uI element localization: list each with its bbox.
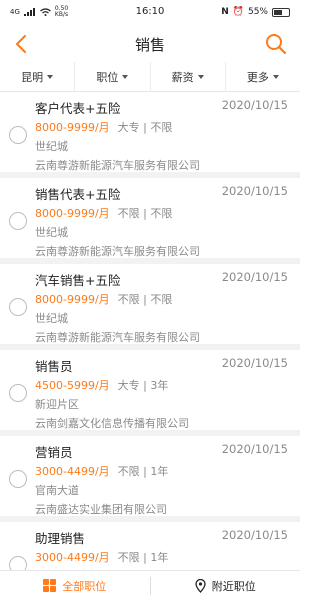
job-company: 云南尊游新能源汽车服务有限公司 [35, 159, 200, 172]
filter-position[interactable]: 职位 [75, 62, 151, 91]
filter-salary[interactable]: 薪资 [151, 62, 226, 91]
search-icon [266, 34, 287, 55]
job-title: 汽车销售+五险 [35, 273, 121, 288]
tab-all-jobs[interactable]: 全部职位 [0, 571, 150, 600]
job-requirements: 大专 | 3年 [117, 379, 169, 392]
job-date: 2020/10/15 [221, 184, 288, 198]
job-company: 云南剑嘉文化信息传播有限公司 [35, 417, 189, 430]
nav-bar: 销售 [0, 26, 300, 62]
job-title: 销售代表+五险 [35, 187, 121, 202]
job-date: 2020/10/15 [221, 442, 288, 456]
job-salary: 8000-9999/月 [35, 121, 110, 134]
signal-bars-icon [23, 8, 35, 16]
caret-down-icon [272, 75, 279, 79]
job-requirements: 不限 | 不限 [117, 207, 173, 220]
page-title: 销售 [134, 35, 165, 54]
job-location: 世纪城 [35, 312, 68, 325]
job-list-item[interactable]: 销售员 2020/10/15 4500-5999/月 大专 | 3年 新迎片区 … [0, 350, 300, 436]
job-location: 世纪城 [35, 140, 68, 153]
job-title: 销售员 [35, 359, 73, 374]
filter-label: 职位 [96, 70, 119, 84]
alarm-icon: ⏰ [232, 7, 244, 17]
tab-nearby-jobs[interactable]: 附近职位 [151, 571, 301, 600]
job-company: 云南尊游新能源汽车服务有限公司 [35, 245, 200, 258]
job-meta: 8000-9999/月 不限 | 不限 [35, 205, 172, 221]
job-requirements: 大专 | 不限 [117, 121, 173, 134]
filter-label: 更多 [246, 70, 269, 84]
job-list-item[interactable]: 汽车销售+五险 2020/10/15 8000-9999/月 不限 | 不限 世… [0, 264, 300, 350]
chevron-left-icon [16, 35, 26, 53]
search-button[interactable] [264, 32, 288, 56]
job-salary: 8000-9999/月 [35, 207, 110, 220]
battery-percent: 55% [247, 7, 268, 17]
battery-level [274, 9, 282, 15]
job-title: 营销员 [35, 445, 73, 460]
job-list: 客户代表+五险 2020/10/15 8000-9999/月 大专 | 不限 世… [0, 92, 300, 570]
filter-label: 薪资 [171, 70, 194, 84]
status-right: N ⏰ 55% [221, 7, 290, 17]
job-meta: 4500-5999/月 大专 | 3年 [35, 377, 168, 393]
job-company: 云南盛达实业集团有限公司 [35, 503, 167, 516]
job-date: 2020/10/15 [221, 528, 288, 542]
job-location: 世纪城 [35, 226, 68, 239]
job-requirements: 不限 | 1年 [117, 465, 169, 478]
job-title: 客户代表+五险 [35, 101, 121, 116]
caret-down-icon [122, 75, 129, 79]
job-requirements: 不限 | 1年 [117, 551, 169, 564]
select-radio[interactable] [9, 212, 27, 230]
job-salary: 4500-5999/月 [35, 379, 110, 392]
job-salary: 8000-9999/月 [35, 293, 110, 306]
tab-nearby-jobs-label: 附近职位 [211, 579, 256, 593]
grid-icon [43, 579, 57, 592]
job-meta: 8000-9999/月 大专 | 不限 [35, 119, 172, 135]
job-list-item[interactable]: 销售代表+五险 2020/10/15 8000-9999/月 不限 | 不限 世… [0, 178, 300, 264]
select-radio[interactable] [9, 556, 27, 570]
job-date: 2020/10/15 [221, 270, 288, 284]
filter-city[interactable]: 昆明 [0, 62, 76, 91]
job-meta: 3000-4499/月 不限 | 1年 [35, 549, 168, 565]
select-radio[interactable] [9, 470, 27, 488]
job-meta: 8000-9999/月 不限 | 不限 [35, 291, 172, 307]
job-requirements: 不限 | 不限 [117, 293, 173, 306]
job-date: 2020/10/15 [221, 356, 288, 370]
location-pin-icon [195, 578, 206, 593]
job-salary: 3000-4499/月 [35, 465, 110, 478]
tab-all-jobs-label: 全部职位 [62, 579, 107, 593]
filter-label: 昆明 [21, 70, 44, 84]
filter-more[interactable]: 更多 [226, 62, 300, 91]
job-salary: 3000-4499/月 [35, 551, 110, 564]
bottom-bar: 全部职位 附近职位 [0, 570, 300, 600]
job-location: 官南大道 [35, 484, 79, 497]
status-left: 4G 0.50 KB/s [10, 6, 73, 18]
job-list-item[interactable]: 客户代表+五险 2020/10/15 8000-9999/月 大专 | 不限 世… [0, 92, 300, 178]
caret-down-icon [47, 75, 54, 79]
job-company: 云南尊游新能源汽车服务有限公司 [35, 331, 200, 344]
battery-icon [272, 7, 290, 17]
network-speed: 0.50 KB/s [54, 5, 69, 18]
filter-bar: 昆明 职位 薪资 更多 [0, 62, 300, 92]
nfc-icon: N [221, 7, 229, 17]
status-bar: 4G 0.50 KB/s 16:10 N ⏰ 55% [0, 0, 300, 24]
back-button[interactable] [10, 30, 32, 58]
job-title: 助理销售 [35, 531, 86, 546]
job-list-item[interactable]: 助理销售 2020/10/15 3000-4499/月 不限 | 1年 [0, 522, 300, 570]
caret-down-icon [197, 75, 204, 79]
wifi-icon [40, 8, 51, 16]
select-radio[interactable] [9, 126, 27, 144]
select-radio[interactable] [9, 384, 27, 402]
signal-indicator: 4G [10, 8, 20, 16]
job-list-item[interactable]: 营销员 2020/10/15 3000-4499/月 不限 | 1年 官南大道 … [0, 436, 300, 522]
job-location: 新迎片区 [35, 398, 79, 411]
job-meta: 3000-4499/月 不限 | 1年 [35, 463, 168, 479]
job-date: 2020/10/15 [221, 98, 288, 112]
select-radio[interactable] [9, 298, 27, 316]
